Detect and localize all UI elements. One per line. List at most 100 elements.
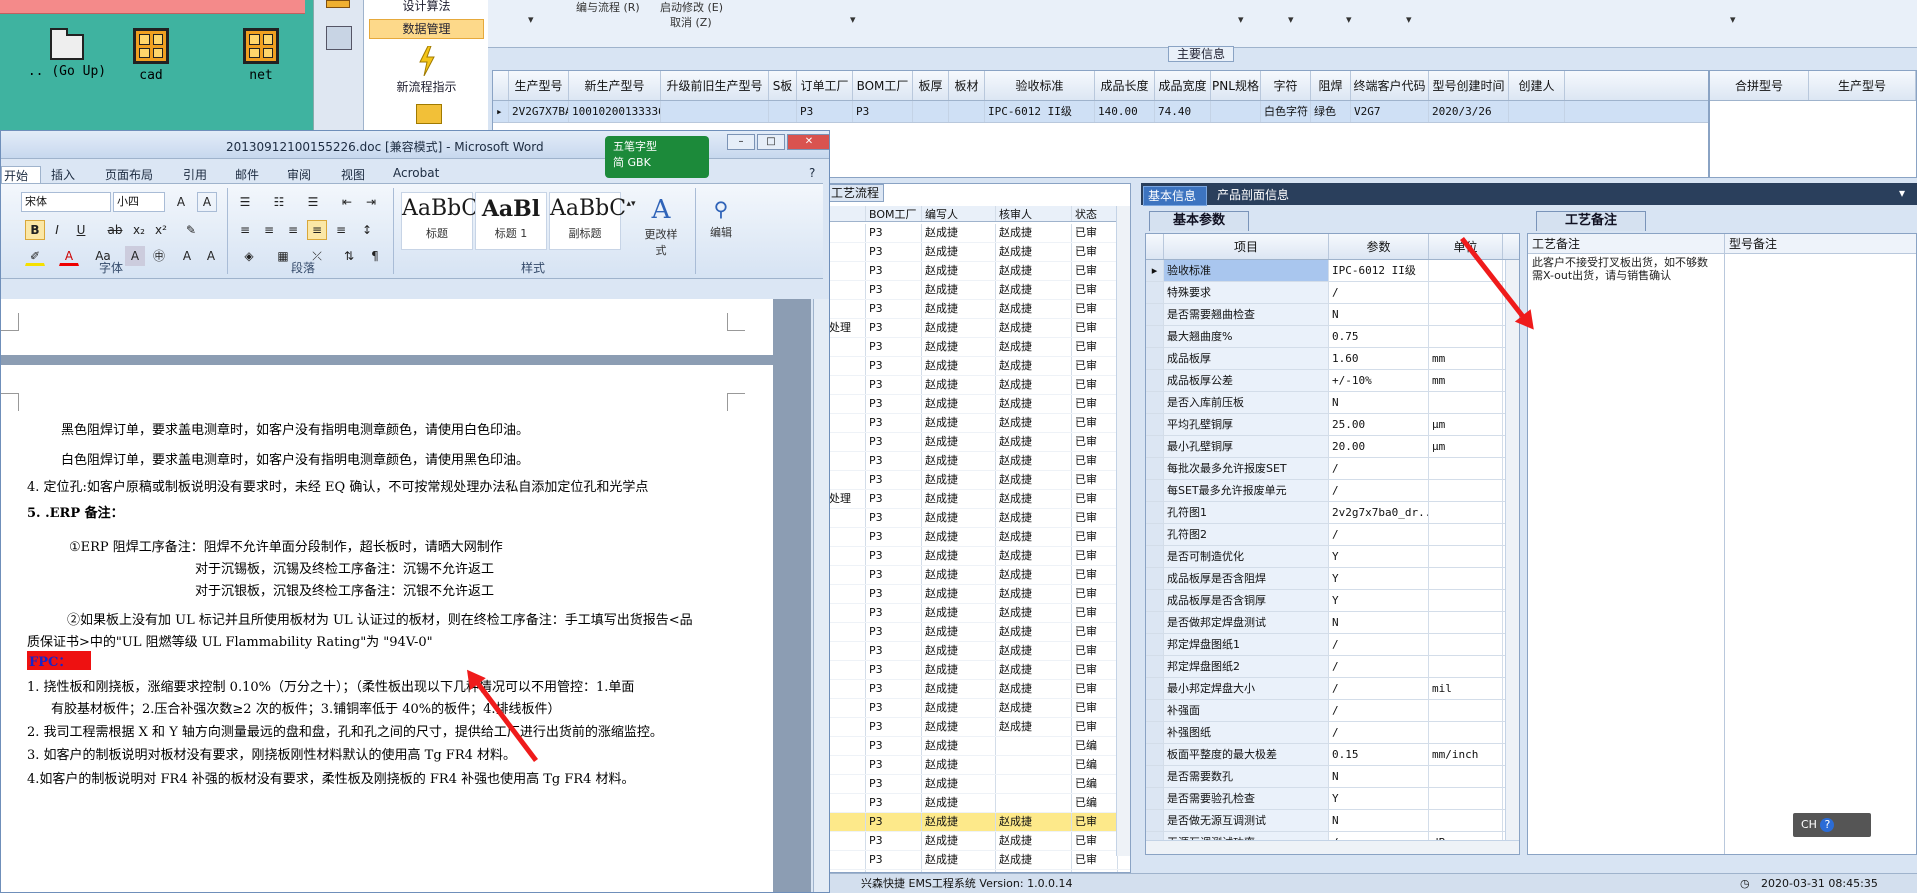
param-value[interactable]: Y <box>1329 568 1429 589</box>
param-value[interactable]: / <box>1329 722 1429 743</box>
font-name-select[interactable]: 宋体 <box>21 192 111 212</box>
param-value[interactable]: / <box>1329 458 1429 479</box>
param-value[interactable]: N <box>1329 810 1429 831</box>
nav-item-data-management[interactable]: 数据管理 <box>369 19 484 39</box>
style-title[interactable]: AaBbC 标题 <box>401 192 478 250</box>
table-row[interactable]: P3 赵成捷 已编 <box>826 756 1130 775</box>
tab-mailings[interactable]: 邮件 <box>235 166 259 183</box>
param-row[interactable]: 是否需要数孔 N <box>1146 766 1519 788</box>
param-row[interactable]: 孔符图1 2v2g7x7ba0_dr... <box>1146 502 1519 524</box>
borders-icon[interactable]: ▦ <box>273 246 293 266</box>
column-header[interactable]: 终端客户代码 <box>1351 71 1429 100</box>
param-row[interactable]: 是否入库前压板 N <box>1146 392 1519 414</box>
menu-start-modify[interactable]: 启动修改 (E) <box>660 0 723 15</box>
table-row[interactable]: P3赵成捷赵成捷已审 <box>826 224 1130 243</box>
param-row[interactable]: 每SET最多允许报废单元 / <box>1146 480 1519 502</box>
table-cell[interactable] <box>949 101 985 122</box>
column-header[interactable]: S板 <box>769 71 797 100</box>
table-row[interactable]: P3赵成捷赵成捷已审 <box>826 357 1130 376</box>
tab-review[interactable]: 审阅 <box>287 166 311 183</box>
param-value[interactable]: / <box>1329 700 1429 721</box>
process-notes-text[interactable]: 此客户不接受打叉板出货，如不够数需X-out出货，请与销售确认 <box>1532 256 1717 282</box>
param-value[interactable]: N <box>1329 612 1429 633</box>
table-row[interactable]: P3赵成捷赵成捷已审 <box>826 471 1130 490</box>
table-row[interactable]: P3赵成捷赵成捷已审 <box>826 585 1130 604</box>
table-row[interactable]: P3赵成捷赵成捷已审 <box>826 262 1130 281</box>
help-icon[interactable]: ? <box>1820 818 1835 832</box>
help-icon[interactable]: ? <box>809 166 815 180</box>
align-left-icon[interactable]: ≡ <box>235 220 255 240</box>
change-styles-button[interactable]: A 更改样式 <box>641 194 681 258</box>
table-cell[interactable]: IPC-6012 II级 <box>985 101 1095 122</box>
bold-icon[interactable]: B <box>25 220 45 240</box>
highlight-icon[interactable]: ✐ <box>25 246 45 266</box>
table-row[interactable]: P3赵成捷赵成捷已审 <box>826 718 1130 737</box>
bullets-icon[interactable]: ☰ <box>235 192 255 212</box>
param-value[interactable]: Y <box>1329 788 1429 809</box>
vertical-scrollbar[interactable] <box>1116 206 1130 856</box>
table-row[interactable]: P3赵成捷赵成捷已审 <box>826 338 1130 357</box>
table-row[interactable]: P3赵成捷赵成捷已审 <box>826 281 1130 300</box>
table-row[interactable]: 处理 P3 赵成捷 赵成捷 已审 <box>826 319 1130 338</box>
shading-icon[interactable]: ◈ <box>239 246 259 266</box>
param-row[interactable]: 补强图纸 / <box>1146 722 1519 744</box>
param-row[interactable]: 成品板厚公差 +/-10% mm <box>1146 370 1519 392</box>
param-value[interactable]: 2v2g7x7ba0_dr... <box>1329 502 1429 523</box>
underline-icon[interactable]: U <box>71 220 91 240</box>
param-row[interactable]: 是否做无源互调测试 N <box>1146 810 1519 832</box>
table-row[interactable]: P3赵成捷赵成捷已审 <box>826 680 1130 699</box>
numbering-icon[interactable]: ☷ <box>269 192 289 212</box>
horizontal-scrollbar[interactable] <box>1146 840 1519 854</box>
param-row[interactable]: 是否可制造优化 Y <box>1146 546 1519 568</box>
net-folder-item[interactable]: net <box>216 28 306 83</box>
column-header[interactable]: 新生产型号 <box>569 71 661 100</box>
table-row[interactable]: 处理 P3 赵成捷 赵成捷 已审 <box>826 490 1130 509</box>
table-row[interactable]: P3赵成捷赵成捷已审 <box>826 832 1130 851</box>
param-value[interactable]: Y <box>1329 590 1429 611</box>
nav-item-design-algorithm[interactable]: 设计算法 <box>369 0 484 14</box>
table-cell[interactable]: 绿色 <box>1311 101 1351 122</box>
column-header[interactable]: 生产型号 <box>1809 71 1916 100</box>
chevron-down-icon[interactable]: ▾ <box>1406 13 1412 26</box>
param-value[interactable]: / <box>1329 634 1429 655</box>
table-row[interactable]: P3赵成捷赵成捷已审 <box>826 566 1130 585</box>
subtab-basic-params[interactable]: 基本参数 <box>1149 211 1249 231</box>
tab-references[interactable]: 引用 <box>183 166 207 183</box>
param-row[interactable]: 特殊要求 / <box>1146 282 1519 304</box>
chevron-down-icon[interactable]: ▾ <box>528 13 534 26</box>
sort-icon[interactable]: ⇅ <box>339 246 359 266</box>
param-value[interactable]: +/-10% <box>1329 370 1429 391</box>
table-row[interactable]: P3赵成捷赵成捷已审 <box>826 509 1130 528</box>
table-cell[interactable] <box>661 101 769 122</box>
param-row[interactable]: 邦定焊盘图纸1/ <box>1146 634 1519 656</box>
table-row[interactable]: P3赵成捷赵成捷已审 <box>826 699 1130 718</box>
ime-indicator[interactable]: CH ? <box>1793 813 1871 837</box>
vertical-scrollbar[interactable] <box>1505 260 1519 842</box>
enclose-char-icon[interactable]: ㊥ <box>149 246 169 266</box>
minimize-button[interactable]: – <box>727 134 755 150</box>
table-row[interactable]: P3赵成捷赵成捷已审 <box>826 604 1130 623</box>
column-header[interactable]: 板厚 <box>913 71 949 100</box>
font-color-icon[interactable]: A <box>59 246 79 266</box>
increase-indent-icon[interactable]: ⇥ <box>361 192 381 212</box>
go-up-item[interactable]: .. (Go Up) <box>22 28 112 79</box>
column-header[interactable]: 板材 <box>949 71 985 100</box>
param-row[interactable]: 是否做邦定焊盘测试 N <box>1146 612 1519 634</box>
param-value[interactable]: 0.75 <box>1329 326 1429 347</box>
table-row[interactable]: P3赵成捷赵成捷已审 <box>826 395 1130 414</box>
table-row[interactable]: P3 赵成捷 已编 <box>826 775 1130 794</box>
param-value[interactable]: / <box>1329 656 1429 677</box>
table-cell[interactable]: 白色字符 <box>1261 101 1311 122</box>
column-header[interactable]: 参数 <box>1329 234 1429 259</box>
table-cell[interactable] <box>769 101 797 122</box>
chevron-down-icon[interactable]: ▾ <box>1288 13 1294 26</box>
table-cell[interactable] <box>1211 101 1261 122</box>
param-value[interactable]: N <box>1329 392 1429 413</box>
justify-icon[interactable]: ≡ <box>307 220 327 240</box>
column-header[interactable]: 成品宽度 <box>1155 71 1211 100</box>
table-row[interactable]: P3赵成捷赵成捷已审 <box>826 661 1130 680</box>
chevron-down-icon[interactable]: ▾ <box>1899 186 1905 200</box>
style-subtitle[interactable]: AaBbC 副标题 <box>549 192 626 250</box>
table-cell[interactable]: 2V2G7X7BA0 <box>509 101 569 122</box>
table-row[interactable]: P3 赵成捷 已编 <box>826 737 1130 756</box>
